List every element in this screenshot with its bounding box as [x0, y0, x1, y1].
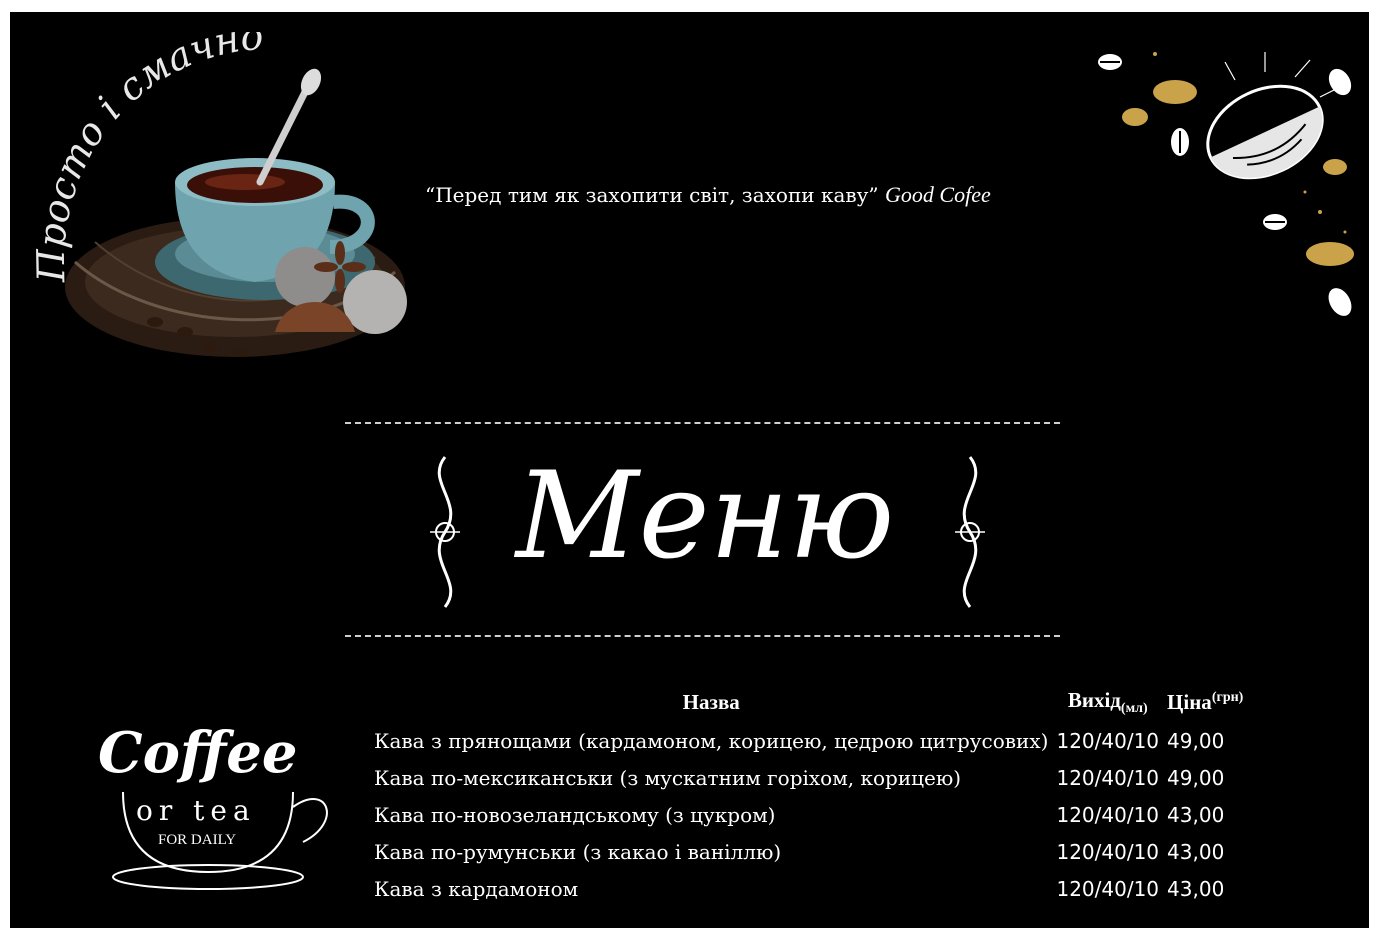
table-row: Кава по-румунськи (з какао і ваніллю) 12…: [370, 834, 1247, 871]
header-output: Вихід(мл): [1067, 688, 1148, 717]
item-output: 120/40/10: [1056, 840, 1160, 865]
coffee-cup-illustration: Просто і смачно: [35, 32, 407, 357]
table-row: Кава з прянощами (кардамоном, корицею, ц…: [370, 723, 1247, 760]
table-header-row: Назва Вихід(мл) Ціна(грн): [370, 684, 1247, 723]
item-output: 120/40/10: [1056, 803, 1160, 828]
coffee-logo: Coffee or tea FOR DAILY: [98, 720, 328, 890]
divider-top: [345, 422, 1060, 424]
item-output: 120/40/10: [1056, 729, 1160, 754]
item-name: Кава по-новозеландському (з цукром): [374, 803, 776, 828]
quote-text: “Перед тим як захопити світ, захопи каву…: [425, 183, 879, 207]
menu-page: Просто і смачно “Перед тим як захопити с…: [10, 12, 1369, 928]
header-name: Назва: [682, 690, 740, 715]
item-output: 120/40/10: [1056, 877, 1160, 902]
item-name: Кава з прянощами (кардамоном, корицею, ц…: [374, 729, 1049, 754]
item-price: 49,00: [1167, 766, 1225, 791]
logo-line2: or tea: [136, 794, 256, 827]
logo-line3: FOR DAILY: [158, 832, 236, 848]
item-name: Кава з кардамоном: [374, 877, 579, 902]
table-row: Кава по-мексиканськи (з мускатним горіхо…: [370, 760, 1247, 797]
item-name: Кава по-румунськи (з какао і ваніллю): [374, 840, 782, 865]
menu-title-block: Меню: [345, 392, 1065, 652]
item-price: 49,00: [1167, 729, 1225, 754]
quote-brand: Good Cofee: [885, 182, 991, 207]
scroll-ornament-right-icon: [955, 456, 985, 608]
item-price: 43,00: [1167, 877, 1225, 902]
item-price: 43,00: [1167, 840, 1225, 865]
item-name: Кава по-мексиканськи (з мускатним горіхо…: [374, 766, 962, 791]
table-row: Кава по-новозеландському (з цукром) 120/…: [370, 797, 1247, 834]
divider-bottom: [345, 635, 1060, 637]
logo-line1: Coffee: [98, 720, 298, 786]
header-price: Ціна(грн): [1167, 690, 1244, 715]
menu-table: Назва Вихід(мл) Ціна(грн) Кава з пряноща…: [370, 684, 1247, 908]
table-row: Кава з кардамоном 120/40/10 43,00: [370, 871, 1247, 908]
item-price: 43,00: [1167, 803, 1225, 828]
item-output: 120/40/10: [1056, 766, 1160, 791]
quote: “Перед тим як захопити світ, захопи каву…: [425, 182, 1085, 208]
coffee-beans-illustration: [1098, 52, 1354, 316]
